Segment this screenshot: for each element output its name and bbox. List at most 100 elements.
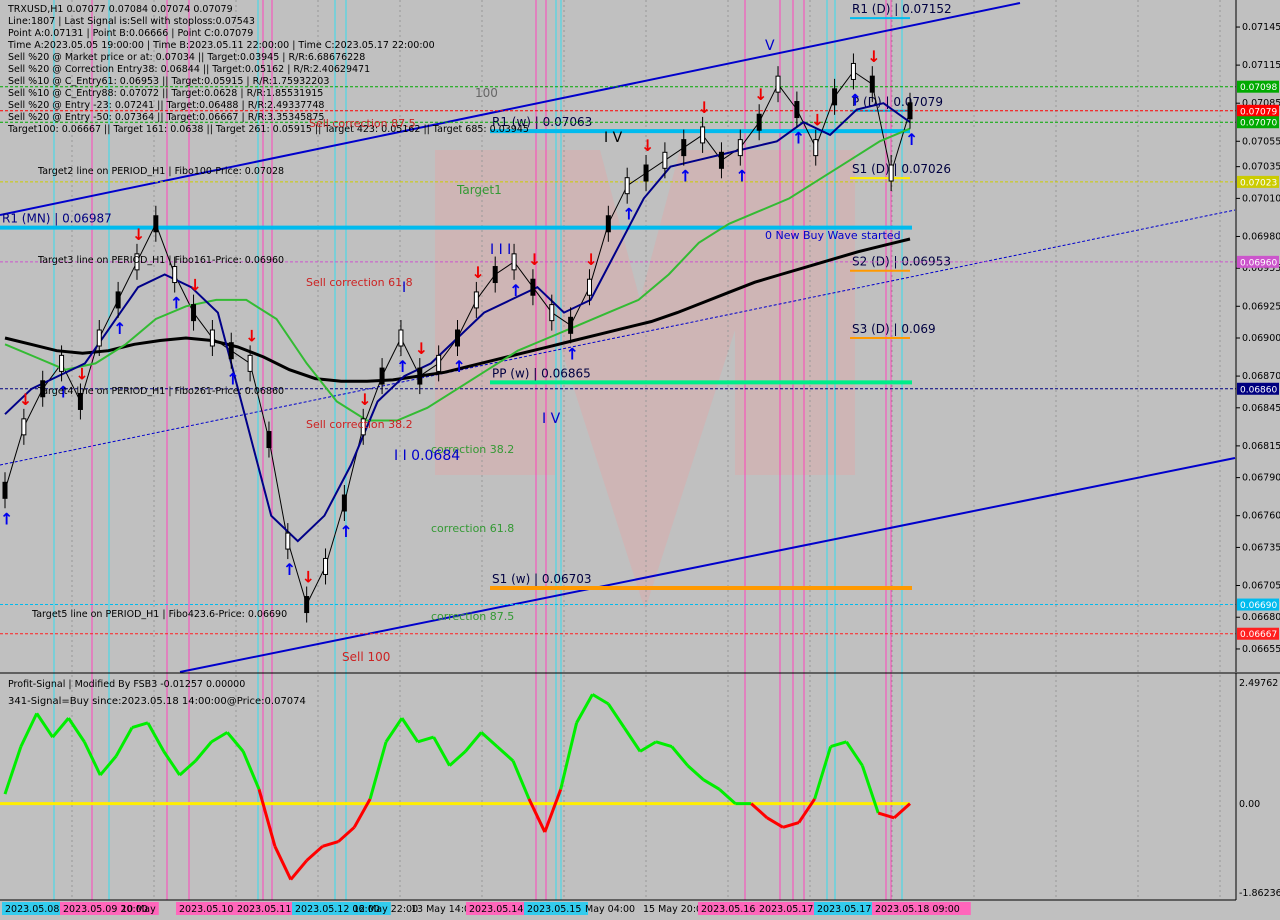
buy-arrow: ↑ [792,129,805,148]
indicator-signal: 341-Signal=Buy since:2023.05.18 14:00:00… [8,696,306,707]
candle-body [304,596,310,614]
buy-arrow: ↑ [396,357,409,376]
pivot-level-label: R1 (MN) | 0.06987 [2,212,112,226]
price-tag-label: 0.07023 [1240,178,1277,188]
sell-arrow: ↓ [867,47,880,66]
fib-100-annotation: 100 [475,86,498,100]
x-tick-label: 2023.05.15 [527,904,581,915]
correction-618: correction 61.8 [431,522,514,535]
header-line: Point A:0.07131 | Point B:0.06666 | Poin… [8,28,253,39]
candle-body [473,291,479,309]
buy-arrow: ↑ [113,319,126,338]
candle-body [662,151,668,169]
y-tick-label: 0.06815 [1242,441,1280,452]
candle-body [21,418,27,436]
pivot-level-label: PP (w) | 0.06865 [492,366,591,380]
buy-arrow: ↑ [283,560,296,579]
y-tick-label: 0.06925 [1242,301,1280,312]
wave-iii: I I I [490,242,511,258]
pivot-level-label: R1 (D) | 0.07152 [852,2,952,16]
candle-body [888,164,894,182]
candle-body [436,354,442,372]
x-tick-label: May 04:00 [585,904,635,915]
indicator-title: Profit-Signal | Modified By FSB3 -0.0125… [8,679,245,690]
candle-body [341,494,347,512]
header-line: Line:1807 | Last Signal is:Sell with sto… [8,16,255,27]
new-buy-wave: 0 New Buy Wave started [765,229,901,242]
buy-arrow: ↑ [735,167,748,186]
header-line: Time A:2023.05.05 19:00:00 | Time B:2023… [7,40,435,51]
buy-arrow: ↑ [170,294,183,313]
candle-body [813,139,819,157]
header-line: Sell %20 @ Entry -50: 0.07364 || Target:… [8,112,324,123]
candle-body [737,139,743,157]
candle-body [586,278,592,296]
sell-correction-382: Sell correction 38.2 [306,418,413,431]
y-tick-label: 0.06845 [1242,403,1280,414]
y-tick-label: 0.06680 [1242,612,1280,623]
candle-body [115,291,121,309]
x-tick-label: 2023.05.17 [817,904,871,915]
wave-i: I [402,280,406,296]
candle-body [568,316,574,334]
candle-body [718,151,724,169]
x-tick-label: 2023.05.17 [759,904,813,915]
buy-arrow: ↑ [566,344,579,363]
sell-arrow: ↓ [189,276,202,295]
y-tick-label: 0.06735 [1242,542,1280,553]
price-tag-label: 0.07098 [1240,83,1277,93]
candle-body [228,342,234,360]
sell-100: Sell 100 [342,650,390,664]
candle-body [191,304,197,322]
header-line: TRXUSD,H1 0.07077 0.07084 0.07074 0.0707… [7,4,233,15]
price-tag-label: 0.07079 [1240,107,1277,117]
target3-annotation: Target3 line on PERIOD_H1 | Fibo161-Pric… [37,255,284,266]
sell-arrow: ↓ [811,111,824,130]
target1-annotation: Target1 [456,183,502,197]
pivot-level-label: S1 (w) | 0.06703 [492,572,592,586]
correction-875: correction 87.5 [431,610,514,623]
y-tick-label: 0.06760 [1242,511,1280,522]
candle-body [59,354,65,372]
sell-arrow: ↓ [698,98,711,117]
header-line: Sell %10 @ C_Entry61: 0.06953 || Target:… [8,76,329,87]
buy-arrow: ↑ [453,357,466,376]
buy-arrow: ↑ [622,205,635,224]
sell-arrow: ↓ [754,85,767,104]
wave-iv-2: I V [604,130,623,146]
pivot-level-label: S1 (D) | 0.07026 [852,162,951,176]
x-tick-label: 12 May 22:00 [353,904,418,915]
header-line: Sell %10 @ C_Entry88: 0.07072 || Target:… [8,88,323,99]
candle-body [850,62,856,80]
header-line: Target100: 0.06667 || Target 161: 0.0638… [7,124,529,135]
sell-arrow: ↓ [302,568,315,587]
candle-body [455,329,460,347]
buy-arrow: ↑ [0,509,13,528]
candle-body [96,329,102,347]
buy-arrow: ↑ [679,167,692,186]
header-line: Sell %20 @ Correction Entry38: 0.06844 |… [8,64,370,75]
wave-ii-label: I I 0.0684 [394,448,460,464]
candle-body [417,367,423,385]
sell-arrow: ↓ [415,339,428,358]
sell-arrow: ↓ [75,364,88,383]
candle-body [681,139,687,157]
y-tick-label: 0.06870 [1242,371,1280,382]
candle-body [756,113,762,131]
price-axis: 0.071450.071150.070850.070550.070350.070… [1235,0,1280,672]
candle-body [398,329,404,347]
candle-body [266,431,272,449]
candle-body [624,177,630,195]
candle-body [492,266,498,284]
candle-body [907,102,913,120]
y-tick-label: 0.07115 [1242,60,1280,71]
buy-arrow: ↑ [509,281,522,300]
candle-body [2,481,8,499]
buy-arrow: ↑ [905,130,918,149]
candle-body [605,215,611,233]
y-tick-label: 0.07010 [1242,193,1280,204]
candle-body [549,304,555,322]
wave-v: V [765,38,775,54]
wave-iv-1: I V [542,411,561,427]
buy-arrow: ↑ [848,90,861,109]
